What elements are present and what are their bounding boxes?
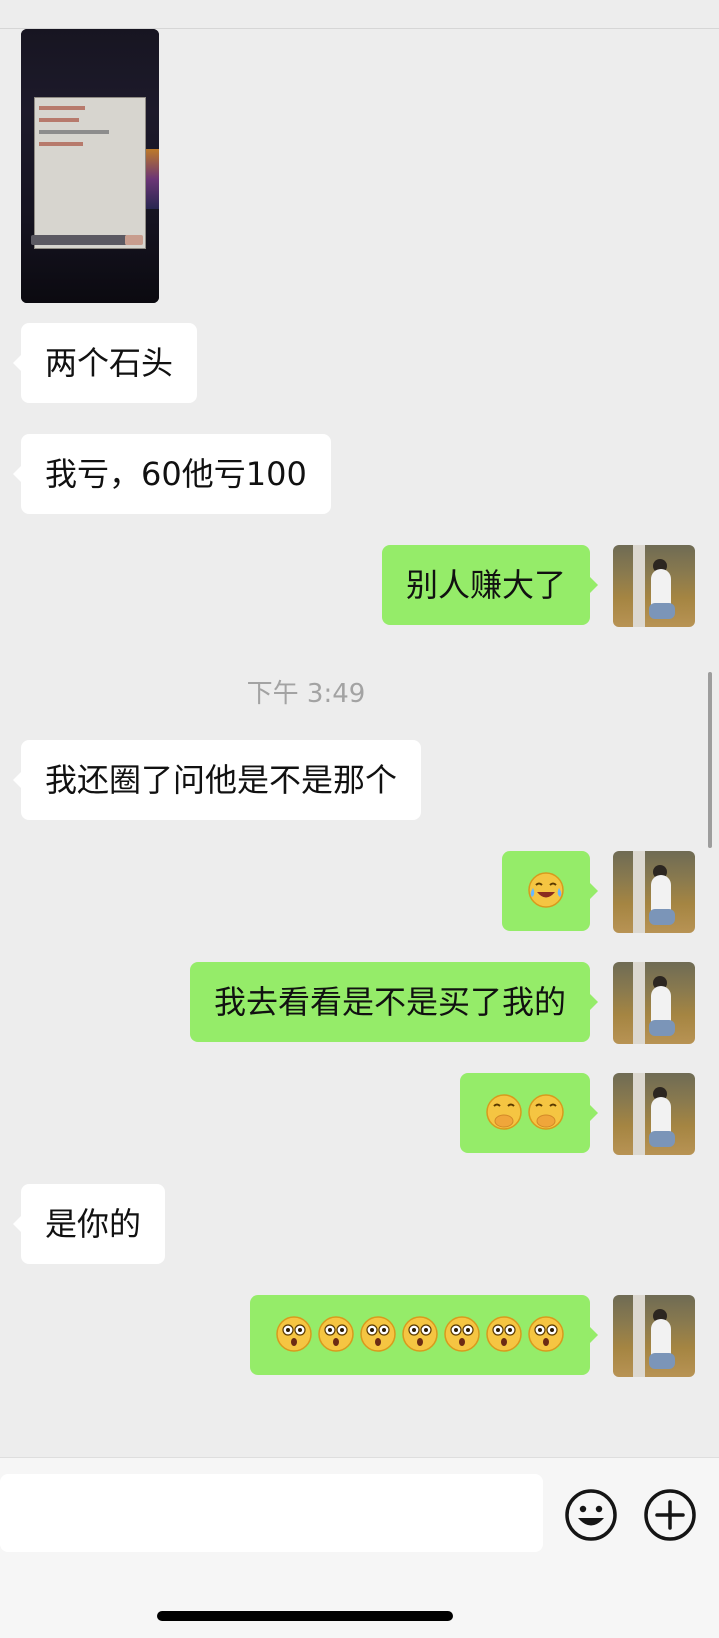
astonished-face-icon — [400, 1314, 440, 1354]
avatar[interactable] — [613, 1073, 695, 1155]
message-bubble[interactable]: 我亏，60他亏100 — [13, 434, 331, 514]
image-send-button — [125, 235, 143, 245]
astonished-face-icon — [526, 1314, 566, 1354]
avatar[interactable] — [613, 962, 695, 1044]
face-with-hand-over-mouth-icon — [484, 1092, 524, 1132]
avatar-legs — [649, 1020, 675, 1036]
image-panel-line — [39, 106, 85, 110]
emoji-bubble[interactable] — [250, 1295, 598, 1375]
image-panel-line — [39, 118, 79, 122]
astonished-face-icon — [274, 1314, 314, 1354]
avatar[interactable] — [613, 851, 695, 933]
astonished-face-icon — [442, 1314, 482, 1354]
image-chat-panel — [34, 97, 146, 249]
avatar[interactable] — [613, 545, 695, 627]
plus-circle-icon[interactable] — [642, 1487, 698, 1543]
astonished-face-icon — [358, 1314, 398, 1354]
avatar-tree — [633, 545, 645, 627]
image-message[interactable] — [21, 29, 159, 303]
input-bar — [0, 1457, 719, 1638]
avatar-tree — [633, 962, 645, 1044]
scrollbar[interactable] — [708, 672, 712, 848]
message-input[interactable] — [0, 1474, 543, 1552]
timestamp: 下午 3:49 — [246, 679, 366, 709]
face-with-hand-over-mouth-icon — [526, 1092, 566, 1132]
avatar-tree — [633, 1295, 645, 1377]
image-input-bar — [31, 235, 127, 245]
image-panel-line — [39, 130, 109, 134]
avatar-tree — [633, 1073, 645, 1155]
chat-message-list[interactable]: 两个石头 我亏，60他亏100 别人赚大了 下午 3:49 我还圈了问他是不是那… — [0, 29, 719, 1457]
chat-header — [0, 0, 719, 29]
face-with-tears-of-joy-icon — [526, 870, 566, 910]
astonished-face-icon — [484, 1314, 524, 1354]
message-bubble[interactable]: 我去看看是不是买了我的 — [189, 962, 599, 1042]
message-bubble[interactable]: 两个石头 — [12, 323, 198, 403]
avatar-legs — [649, 1131, 675, 1147]
message-bubble[interactable]: 我还圈了问他是不是那个 — [12, 740, 422, 820]
message-bubble[interactable]: 别人赚大了 — [381, 545, 599, 625]
avatar-legs — [649, 909, 675, 925]
astonished-face-icon — [316, 1314, 356, 1354]
emoji-bubble[interactable] — [460, 1073, 598, 1153]
emoji-bubble[interactable] — [502, 851, 598, 931]
avatar-tree — [633, 851, 645, 933]
image-game-artwork — [145, 149, 159, 209]
image-panel-line — [39, 142, 83, 146]
message-bubble[interactable]: 是你的 — [12, 1184, 166, 1264]
home-indicator — [157, 1611, 453, 1621]
avatar[interactable] — [613, 1295, 695, 1377]
avatar-legs — [649, 603, 675, 619]
avatar-legs — [649, 1353, 675, 1369]
smiley-icon[interactable] — [563, 1487, 619, 1543]
